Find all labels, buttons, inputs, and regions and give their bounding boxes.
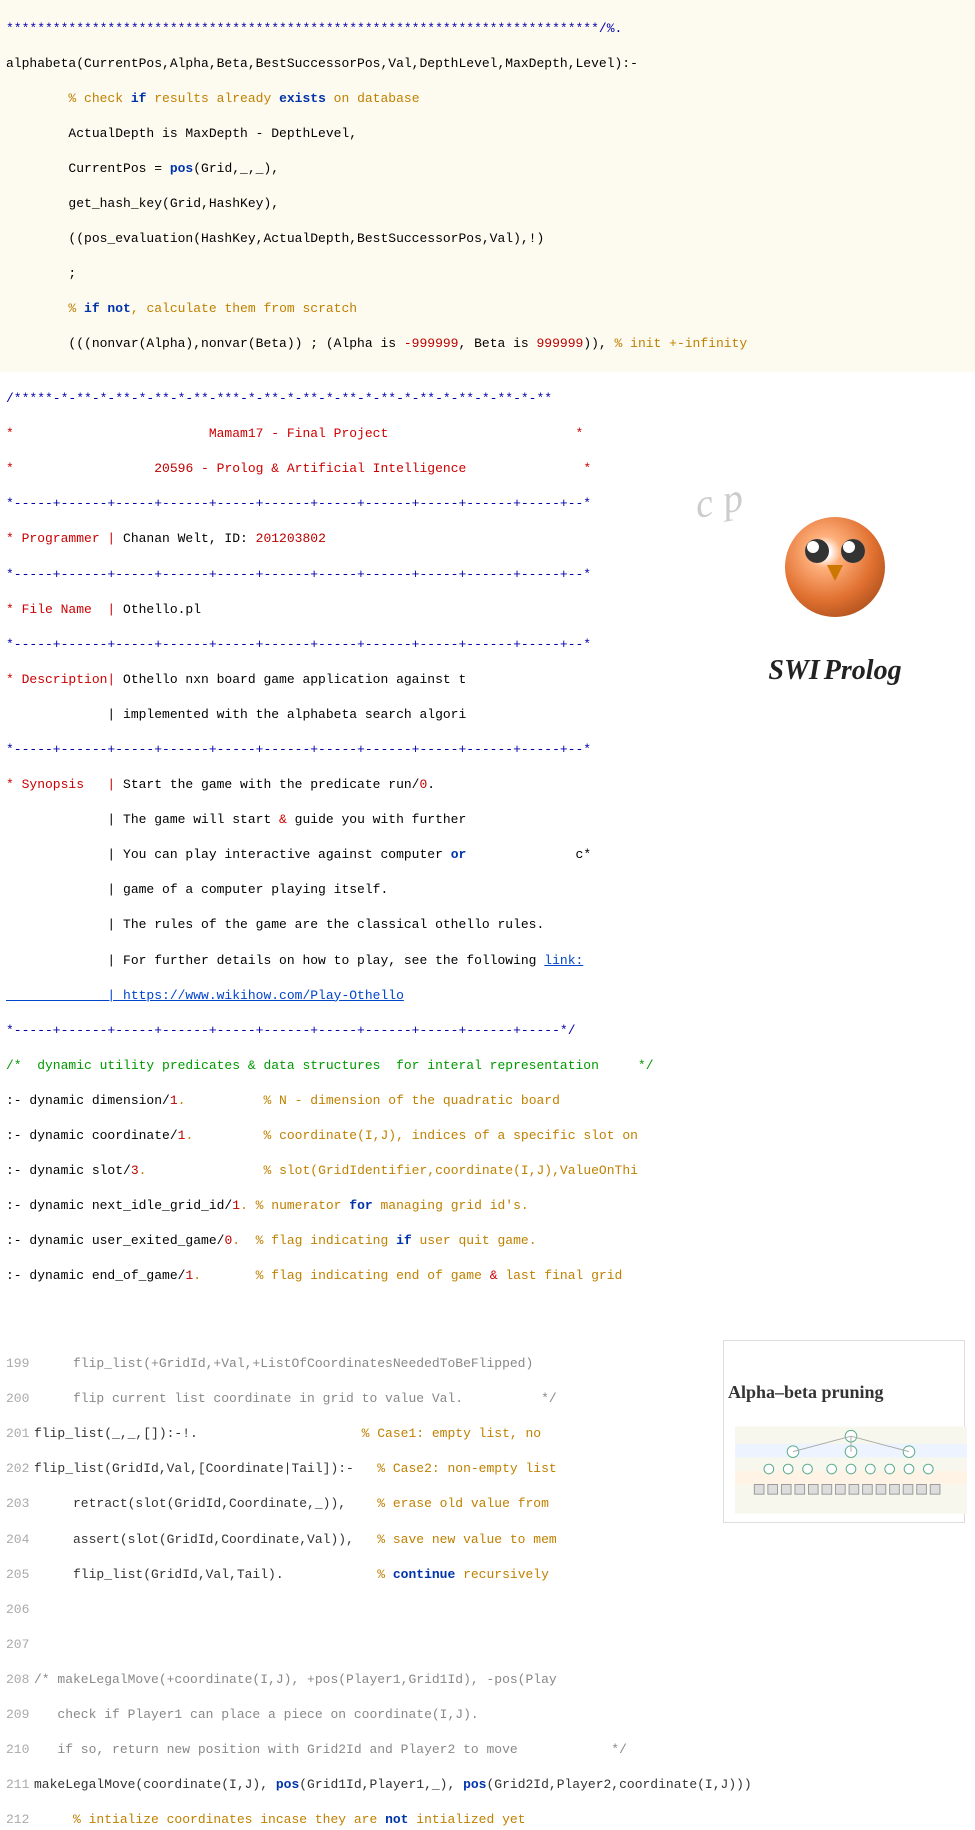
alpha-beta-pruning-card: Alpha–beta pruning [723,1340,965,1523]
predicate-signature: alphabeta(CurrentPos,Alpha,Beta,BestSucc… [6,55,969,73]
filename-value: Othello.pl [115,602,201,617]
wikihow-link[interactable]: | https://www.wikihow.com/Play-Othello [6,988,404,1003]
ab-title: Alpha–beta pruning [728,1380,960,1404]
filename-label: * File Name | [6,602,115,617]
dynamic-section-header: /* dynamic utility predicates & data str… [6,1058,654,1073]
top-code-block: ****************************************… [0,0,975,372]
programmer-label: * Programmer | [6,531,115,546]
synopsis-label: * Synopsis | [6,777,115,792]
banner-comment-block: /*****-*-**-*-**-*-**-*-**-***-*-**-*-**… [0,372,975,1337]
description-label: * Description| [6,672,115,687]
separator-line: ****************************************… [6,21,622,36]
ab-tree-icon [735,1426,967,1514]
bottom-code-block: 199 flip_list(+GridId,+Val,+ListOfCoordi… [0,1338,975,1830]
